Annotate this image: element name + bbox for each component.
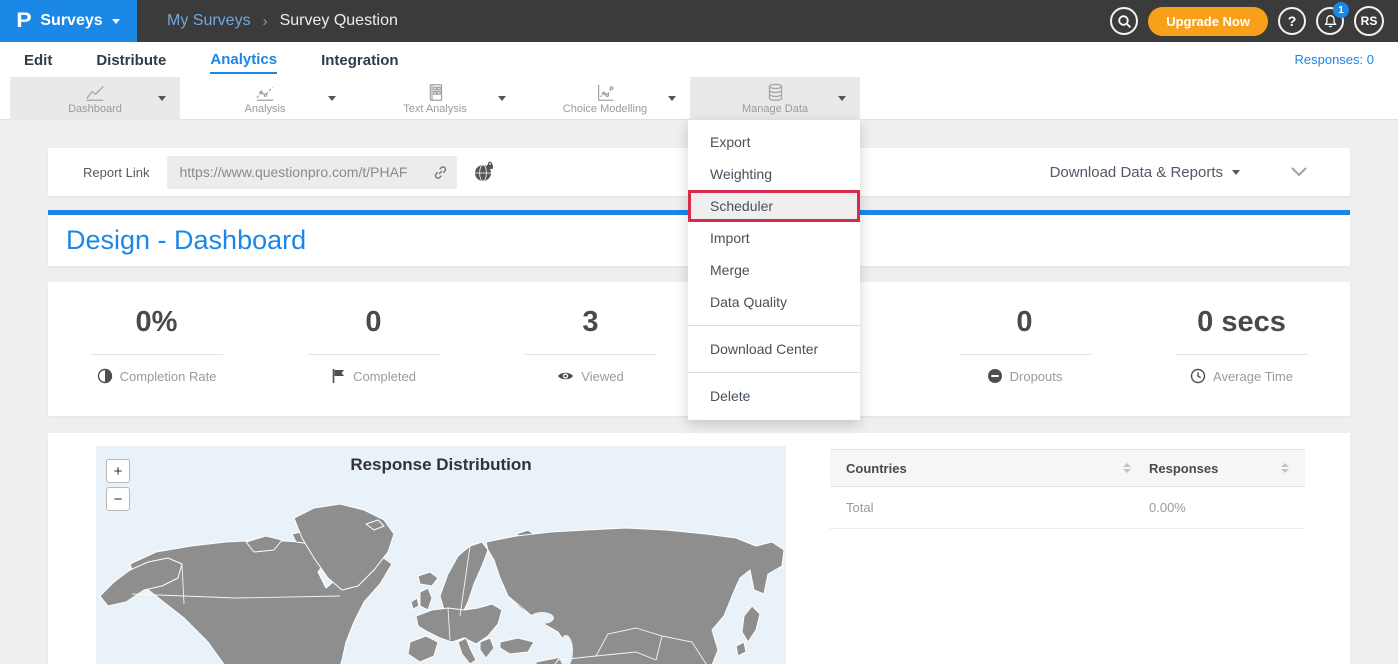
stat-completion-rate: 0% Completion Rate	[48, 282, 265, 416]
toolbar-choice-modelling[interactable]: Choice Modelling	[520, 77, 690, 120]
countries-table-header: Countries Responses	[830, 449, 1305, 487]
collapse-chevron-icon[interactable]	[1290, 166, 1308, 178]
clock-icon	[1190, 368, 1206, 384]
menu-item-import[interactable]: Import	[688, 222, 860, 254]
eye-icon	[557, 368, 574, 384]
responses-count: Responses: 0	[1295, 52, 1375, 67]
map-title: Response Distribution	[96, 455, 786, 475]
help-button[interactable]: ?	[1278, 7, 1306, 35]
toolbar-text-analysis[interactable]: Text Analysis	[350, 77, 520, 120]
scatter-chart-icon	[595, 83, 616, 102]
column-countries: Countries	[846, 461, 907, 476]
column-responses: Responses	[1149, 461, 1218, 476]
surveys-app-menu[interactable]: P Surveys	[0, 0, 137, 42]
breadcrumb-my-surveys[interactable]: My Surveys	[167, 12, 251, 30]
stat-average-time: 0 secs Average Time	[1133, 282, 1350, 416]
document-grid-icon	[425, 83, 446, 102]
stat-viewed: 3 Viewed	[482, 282, 699, 416]
chevron-down-icon[interactable]	[158, 96, 166, 101]
search-button[interactable]	[1110, 7, 1138, 35]
toolbar-manage-data[interactable]: Manage Data	[690, 77, 860, 120]
page-title: Design - Dashboard	[66, 225, 306, 256]
tab-distribute[interactable]: Distribute	[96, 46, 166, 73]
line-chart-icon	[85, 83, 106, 102]
notification-badge: 1	[1333, 2, 1349, 18]
link-icon[interactable]	[432, 164, 449, 181]
sort-responses-icon[interactable]	[1281, 463, 1289, 473]
analysis-chart-icon	[255, 83, 276, 102]
database-icon	[765, 83, 786, 102]
menu-item-download-center[interactable]: Download Center	[688, 333, 860, 365]
toolbar-dashboard[interactable]: Dashboard	[10, 77, 180, 120]
breadcrumb-current: Survey Question	[280, 12, 398, 30]
globe-lock-icon[interactable]	[473, 161, 495, 183]
map-zoom-out-button[interactable]: −	[106, 487, 130, 511]
tab-analytics[interactable]: Analytics	[210, 45, 277, 74]
menu-item-data-quality[interactable]: Data Quality	[688, 286, 860, 318]
top-bar: P Surveys My Surveys › Survey Question U…	[0, 0, 1398, 42]
questionpro-logo: P	[17, 9, 32, 33]
analytics-toolbar: Dashboard Analysis Text Analysis Choice …	[0, 77, 1398, 120]
survey-nav: Edit Distribute Analytics Integration Re…	[0, 42, 1398, 77]
countries-table: Countries Responses Total 0.00%	[830, 449, 1305, 529]
world-map	[96, 446, 786, 664]
breadcrumb: My Surveys › Survey Question	[167, 12, 398, 30]
report-link-label: Report Link	[83, 165, 149, 180]
search-icon	[1117, 14, 1132, 29]
avatar[interactable]: RS	[1354, 6, 1384, 36]
upgrade-now-button[interactable]: Upgrade Now	[1148, 7, 1268, 36]
menu-item-export[interactable]: Export	[688, 126, 860, 158]
chevron-down-icon	[112, 19, 120, 24]
manage-data-menu: Export Weighting Scheduler Import Merge …	[688, 120, 860, 420]
chevron-down-icon[interactable]	[668, 96, 676, 101]
download-data-reports-button[interactable]: Download Data & Reports	[1050, 164, 1240, 181]
chevron-down-icon[interactable]	[838, 96, 846, 101]
menu-item-scheduler[interactable]: Scheduler	[688, 190, 860, 222]
tab-edit[interactable]: Edit	[24, 46, 52, 73]
stat-dropouts: 0 Dropouts	[916, 282, 1133, 416]
table-row-total: Total 0.00%	[830, 487, 1305, 529]
minus-circle-icon	[987, 368, 1003, 384]
distribution-section: Response Distribution + −	[48, 433, 1350, 664]
menu-item-weighting[interactable]: Weighting	[688, 158, 860, 190]
stat-completed: 0 Completed	[265, 282, 482, 416]
menu-item-delete[interactable]: Delete	[688, 380, 860, 412]
breadcrumb-separator: ›	[263, 13, 268, 30]
report-url-input[interactable]	[167, 156, 457, 189]
chevron-down-icon[interactable]	[328, 96, 336, 101]
map-zoom-in-button[interactable]: +	[106, 459, 130, 483]
menu-divider	[688, 372, 860, 373]
menu-item-merge[interactable]: Merge	[688, 254, 860, 286]
flag-icon	[331, 368, 346, 384]
menu-divider	[688, 325, 860, 326]
tab-integration[interactable]: Integration	[321, 46, 399, 73]
chevron-down-icon[interactable]	[498, 96, 506, 101]
toolbar-analysis[interactable]: Analysis	[180, 77, 350, 120]
sort-countries-icon[interactable]	[1123, 463, 1131, 473]
chevron-down-icon	[1232, 170, 1240, 175]
notifications-button[interactable]: 1	[1316, 7, 1344, 35]
response-map[interactable]: Response Distribution + −	[96, 446, 786, 664]
half-circle-icon	[97, 368, 113, 384]
